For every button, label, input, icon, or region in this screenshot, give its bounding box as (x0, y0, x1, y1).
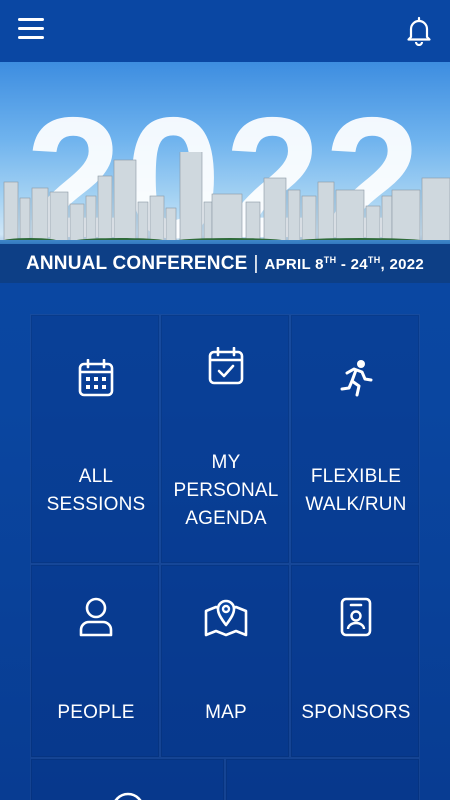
tile-my-personal-agenda[interactable]: MY PERSONAL AGENDA (160, 314, 290, 564)
id-badge-icon (291, 597, 421, 637)
banner-caption: ANNUAL CONFERENCE | APRIL 8TH - 24TH, 20… (0, 244, 450, 283)
bell-icon[interactable] (406, 16, 432, 47)
conference-title: ANNUAL CONFERENCE (25, 252, 248, 274)
tile-label: SPONSORS (301, 702, 411, 723)
running-person-icon (291, 359, 421, 397)
tile-partial-right[interactable] (225, 758, 420, 800)
map-pin-icon (161, 597, 291, 637)
tile-all-sessions[interactable]: ALL SESSIONS (30, 314, 160, 564)
tile-label: MAP (205, 702, 247, 723)
tile-label: MY PERSONAL AGENDA (173, 452, 279, 529)
menu-tile-grid: ALL SESSIONS MY PERSONAL AGENDA FLEXIBLE… (30, 314, 420, 800)
person-icon (31, 597, 161, 637)
top-app-bar (0, 0, 450, 62)
tile-label: ALL SESSIONS (46, 466, 146, 515)
caption-separator: | (253, 252, 259, 274)
tile-map[interactable]: MAP (160, 564, 290, 758)
tile-flexible-walk-run[interactable]: FLEXIBLE WALK/RUN (290, 314, 420, 564)
tile-people[interactable]: PEOPLE (30, 564, 160, 758)
tile-sponsors[interactable]: SPONSORS (290, 564, 420, 758)
tile-partial-left[interactable] (30, 758, 225, 800)
hamburger-menu-icon[interactable] (18, 18, 44, 42)
conference-banner: 2022 ANNUAL CONFERENCE | APRIL 8TH - 24T… (0, 62, 450, 283)
tile-label: FLEXIBLE WALK/RUN (305, 466, 407, 515)
conference-dates: APRIL 8TH - 24TH, 2022 (264, 254, 425, 273)
circle-icon (63, 791, 193, 800)
calendar-grid-icon (31, 359, 161, 397)
calendar-check-icon (161, 347, 291, 385)
tile-label: PEOPLE (57, 702, 135, 723)
